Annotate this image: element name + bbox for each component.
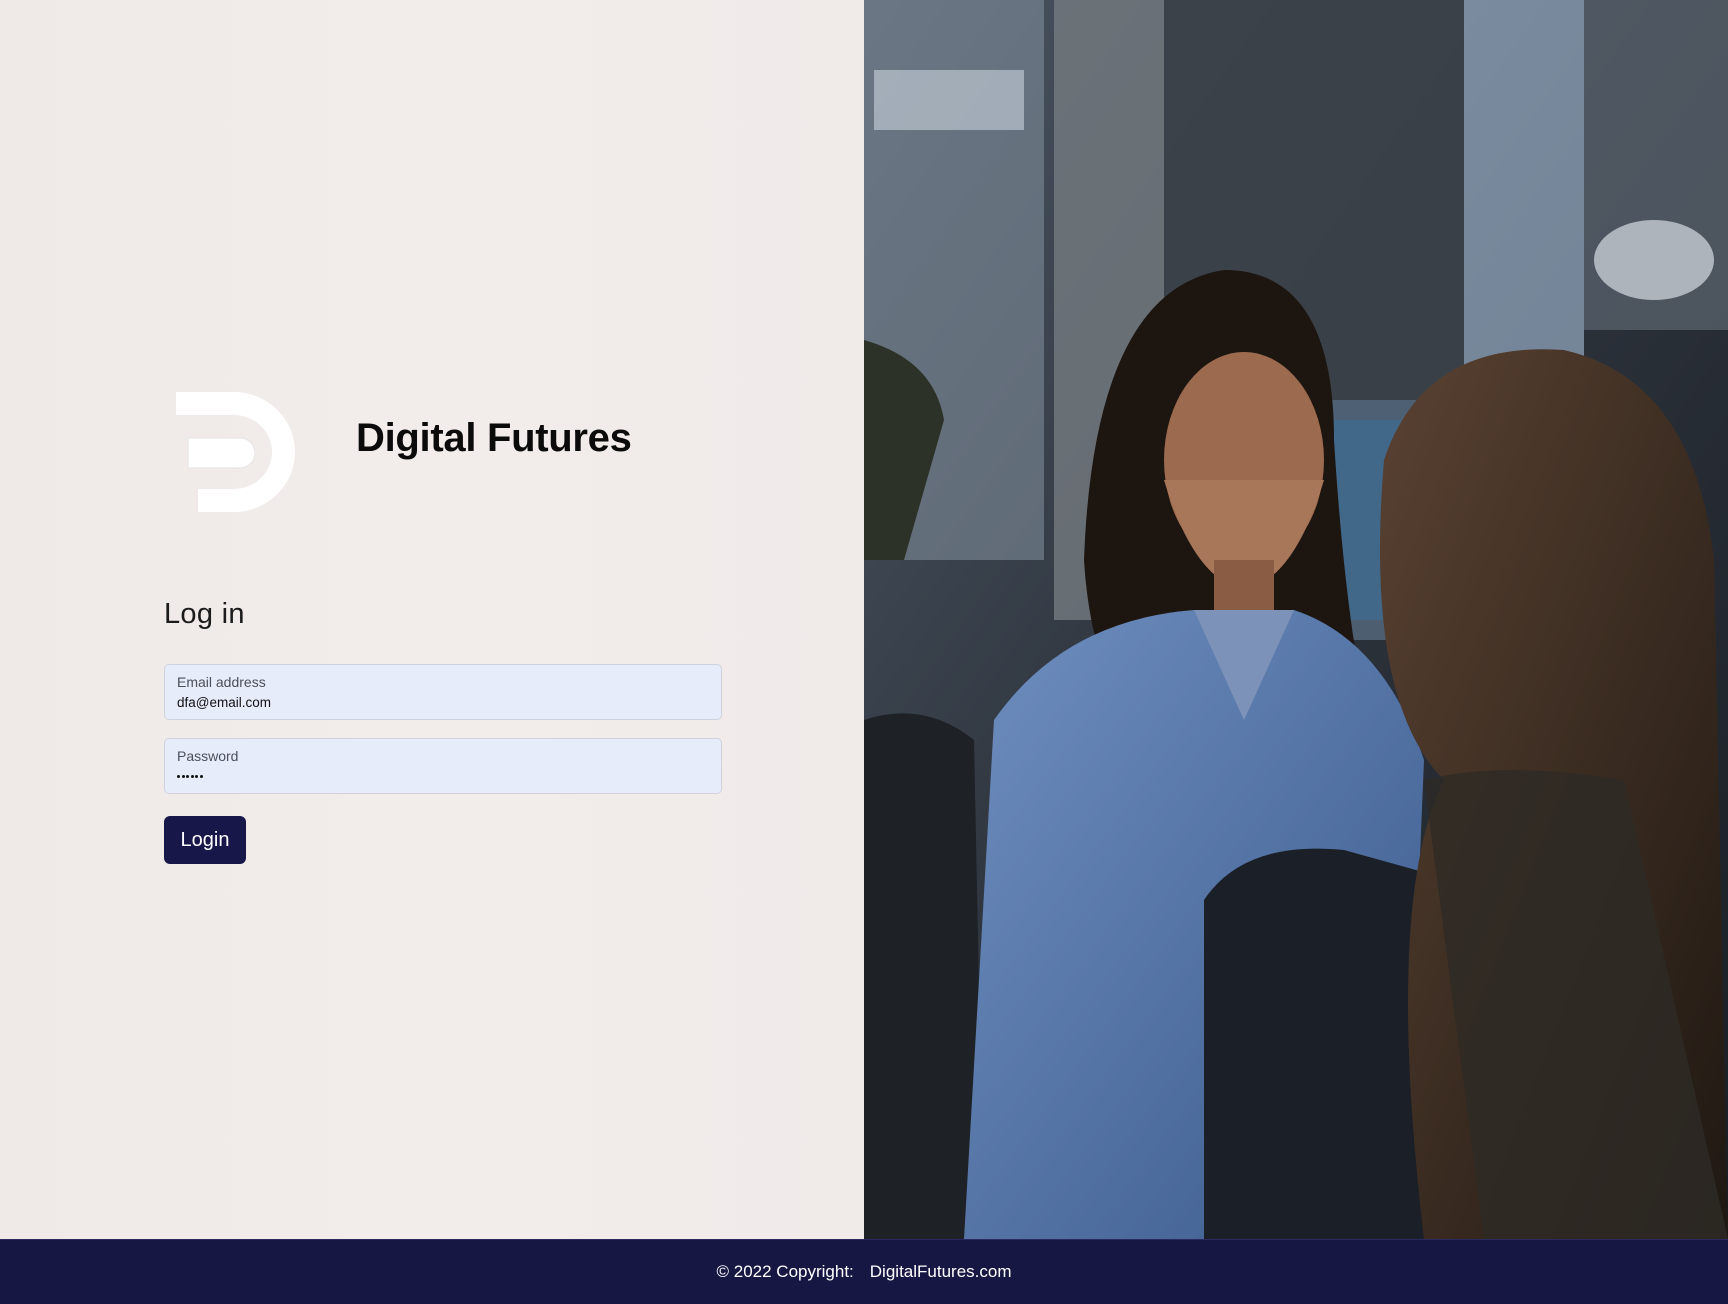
brand-header: Digital Futures xyxy=(174,390,674,514)
email-label: Email address xyxy=(177,674,266,690)
password-masked-value xyxy=(177,775,203,778)
login-panel: Digital Futures Log in Email address dfa… xyxy=(0,0,864,1239)
login-page: Digital Futures Log in Email address dfa… xyxy=(0,0,1728,1304)
email-value: dfa@email.com xyxy=(177,695,271,710)
footer-link[interactable]: DigitalFutures.com xyxy=(870,1262,1012,1282)
brand-name: Digital Futures xyxy=(356,416,632,460)
footer: © 2022 Copyright: DigitalFutures.com xyxy=(0,1239,1728,1304)
footer-copyright: © 2022 Copyright: xyxy=(716,1262,854,1281)
password-dot xyxy=(177,775,180,778)
login-title: Log in xyxy=(164,598,245,630)
password-dot xyxy=(199,775,203,778)
email-field[interactable]: Email address dfa@email.com xyxy=(164,664,722,720)
password-label: Password xyxy=(177,748,239,764)
office-photo-illustration xyxy=(864,0,1728,1239)
password-dot xyxy=(190,775,194,778)
login-button[interactable]: Login xyxy=(164,816,246,864)
password-field[interactable]: Password xyxy=(164,738,722,794)
digital-futures-logo-icon xyxy=(176,392,295,512)
password-dot xyxy=(186,775,189,778)
password-dot xyxy=(181,775,185,778)
password-dot xyxy=(195,775,198,778)
office-photo xyxy=(864,0,1728,1239)
